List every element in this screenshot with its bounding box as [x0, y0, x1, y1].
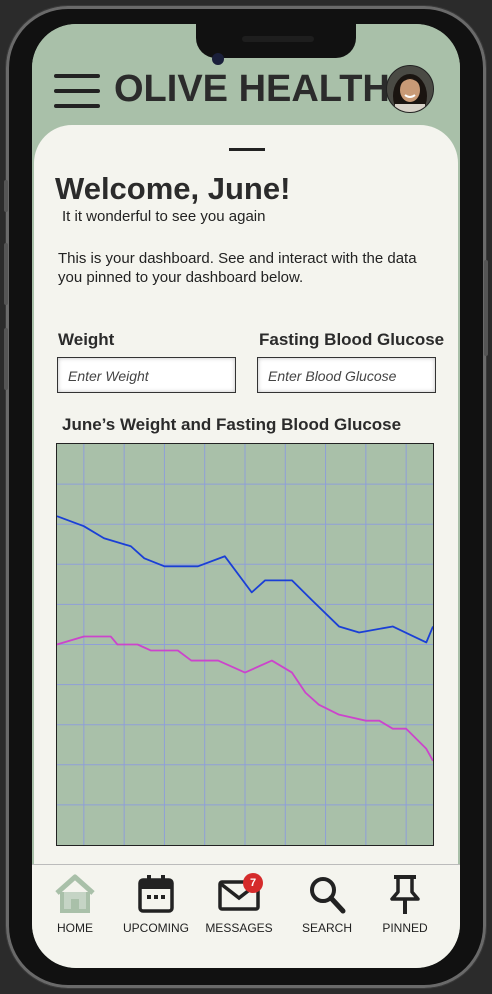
glucose-label: Fasting Blood Glucose — [259, 330, 445, 349]
messages-badge: 7 — [243, 873, 263, 893]
drag-handle[interactable] — [229, 148, 265, 151]
weight-label: Weight — [58, 330, 115, 349]
app-title: OLIVE HEALTH — [114, 68, 390, 110]
search-icon — [310, 877, 346, 914]
nav-messages-label: MESSAGES — [205, 921, 273, 935]
volume-up-button — [4, 243, 8, 305]
home-icon — [55, 874, 95, 913]
nav-home-label: HOME — [57, 921, 93, 935]
mute-switch — [4, 180, 8, 212]
screen: OLIVE HEALTH Welcome, June! It it wonder… — [32, 24, 460, 968]
nav-search[interactable]: SEARCH — [287, 873, 367, 949]
welcome-subtitle: It it wonderful to see you again — [62, 208, 266, 225]
glucose-input[interactable]: Enter Blood Glucose — [257, 357, 436, 393]
nav-home[interactable]: HOME — [35, 873, 115, 949]
menu-icon[interactable] — [54, 74, 100, 108]
power-button — [484, 260, 488, 356]
nav-messages[interactable]: 7 MESSAGES — [199, 873, 279, 949]
nav-upcoming-label: UPCOMING — [123, 921, 189, 935]
dashboard-card: Welcome, June! It it wonderful to see yo… — [34, 125, 458, 885]
nav-pinned[interactable]: PINNED — [365, 873, 445, 949]
nav-pinned-label: PINNED — [382, 921, 428, 935]
avatar[interactable] — [386, 65, 434, 113]
speaker — [242, 36, 314, 42]
calendar-icon — [138, 875, 174, 913]
nav-upcoming[interactable]: UPCOMING — [116, 873, 196, 949]
weight-glucose-chart[interactable] — [56, 443, 434, 846]
chart-plot — [56, 444, 434, 845]
pin-icon — [390, 875, 420, 914]
bottom-nav: HOME UPCOMING 7 MESSAGES SEARCH PINNED — [32, 865, 460, 968]
nav-search-label: SEARCH — [301, 921, 352, 935]
dashboard-description: This is your dashboard. See and interact… — [58, 250, 417, 286]
camera — [212, 53, 224, 65]
chart-title: June’s Weight and Fasting Blood Glucose — [62, 415, 402, 434]
welcome-heading: Welcome, June! — [55, 171, 291, 206]
weight-input[interactable]: Enter Weight — [57, 357, 236, 393]
volume-down-button — [4, 328, 8, 390]
